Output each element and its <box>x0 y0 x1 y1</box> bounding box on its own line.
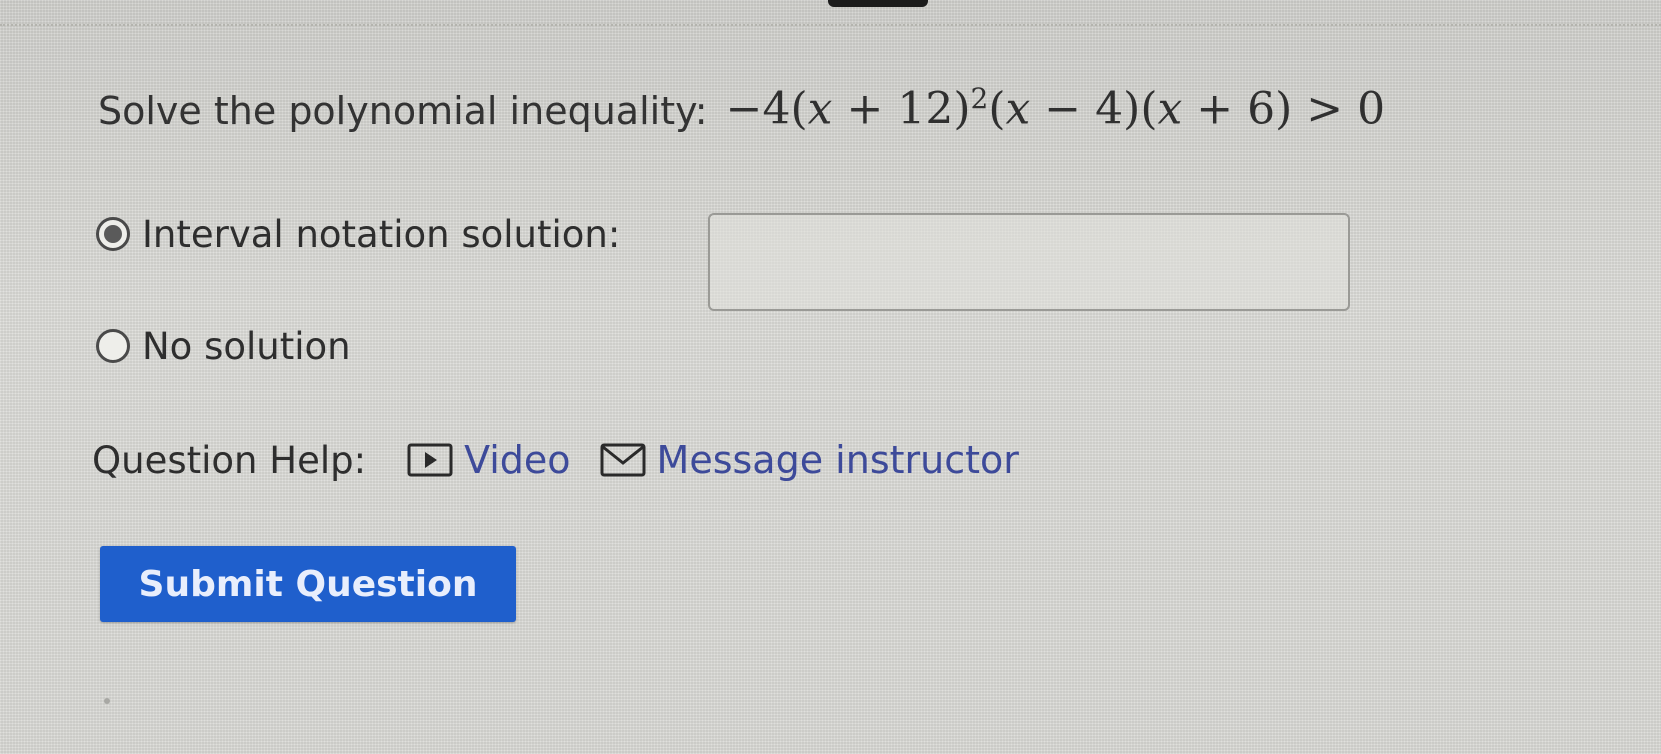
math-variable: x <box>1157 83 1183 135</box>
question-prompt: Solve the polynomial inequality: <box>98 88 708 133</box>
question-line: Solve the polynomial inequality: −4(x + … <box>98 82 1385 142</box>
option-no-solution[interactable]: No solution <box>96 320 351 372</box>
question-inequality: −4(x + 12)2(x − 4)(x + 6) > 0 <box>726 82 1386 135</box>
radio-interval-selected[interactable] <box>96 217 130 251</box>
option-interval-notation[interactable]: Interval notation solution: <box>96 208 620 260</box>
top-divider <box>0 24 1661 26</box>
message-instructor-link[interactable]: Message instructor <box>599 438 1019 482</box>
math-variable: x <box>1005 83 1031 135</box>
envelope-icon <box>599 442 647 478</box>
radio-no-solution[interactable] <box>96 329 130 363</box>
submit-question-button[interactable]: Submit Question <box>100 546 516 622</box>
math-part: ( <box>988 83 1006 135</box>
option-label-no-solution: No solution <box>142 324 351 368</box>
video-icon <box>406 442 454 478</box>
math-exponent: 2 <box>970 82 989 115</box>
math-variable: x <box>807 83 833 135</box>
question-help-row: Question Help: Video Message instructor <box>92 430 1047 490</box>
math-part: − 4)( <box>1030 83 1158 135</box>
top-tab-handle <box>828 0 928 7</box>
screen-speck <box>104 698 110 704</box>
video-link[interactable]: Video <box>406 438 571 482</box>
video-link-label: Video <box>464 438 571 482</box>
radio-dot <box>104 225 122 243</box>
option-label-interval: Interval notation solution: <box>142 212 621 256</box>
math-part: + 6) > 0 <box>1182 83 1386 135</box>
math-part: + 12) <box>832 83 971 135</box>
interval-answer-input[interactable] <box>708 213 1350 311</box>
math-part: −4( <box>725 83 808 135</box>
question-help-label: Question Help: <box>92 438 367 482</box>
message-instructor-label: Message instructor <box>656 438 1019 482</box>
